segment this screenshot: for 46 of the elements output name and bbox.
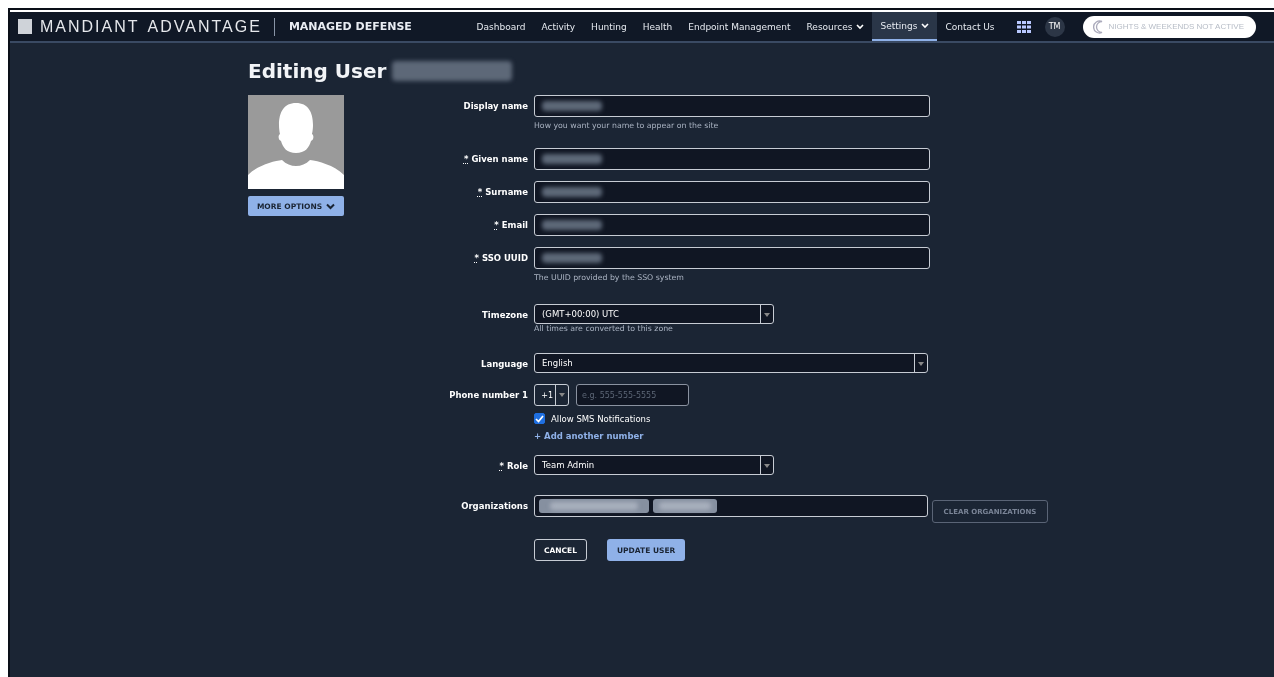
- apps-grid-icon[interactable]: [1016, 20, 1031, 33]
- moon-icon: [1092, 19, 1105, 34]
- required-mark: *: [477, 187, 483, 197]
- input-field[interactable]: [534, 95, 930, 117]
- user-avatar[interactable]: TM: [1044, 16, 1065, 37]
- nav-link[interactable]: Hunting: [583, 12, 635, 41]
- nav-link[interactable]: Resources: [798, 12, 873, 41]
- nav-link[interactable]: Settings: [872, 12, 938, 41]
- field-label: Display name: [463, 101, 528, 111]
- nav-link[interactable]: Dashboard: [468, 12, 534, 41]
- product-name: MANAGED DEFENSE: [288, 20, 412, 33]
- add-number-link[interactable]: + Add another number: [534, 431, 644, 441]
- chevron-down-icon: [326, 202, 336, 210]
- required-mark: *: [499, 461, 504, 471]
- field-label: SSO UUID: [481, 253, 528, 263]
- nav-link[interactable]: Endpoint Management: [680, 12, 799, 41]
- nav-link[interactable]: Health: [634, 12, 681, 41]
- logo-text: MANDIANT: [40, 17, 140, 36]
- phone-input[interactable]: e.g. 555-555-5555: [576, 384, 689, 406]
- logo-icon: [18, 19, 32, 34]
- required-mark: *: [463, 154, 469, 164]
- logo-text: ADVANTAGE: [147, 17, 262, 36]
- input-field[interactable]: [534, 214, 930, 236]
- field-label: Phone number 1: [449, 390, 528, 400]
- required-mark: *: [494, 220, 499, 230]
- nav-link[interactable]: Activity: [533, 12, 584, 41]
- nav-link[interactable]: Contact Us: [937, 12, 1003, 41]
- input-field[interactable]: [534, 181, 930, 203]
- input-field[interactable]: [534, 247, 930, 269]
- field-label: Timezone: [482, 310, 528, 320]
- profile-placeholder-icon: [248, 95, 344, 189]
- input-field[interactable]: [534, 148, 930, 170]
- field-label: Email: [501, 220, 528, 230]
- country-code-select[interactable]: +1: [534, 384, 569, 406]
- checkbox[interactable]: [534, 413, 545, 424]
- required-mark: *: [474, 253, 479, 263]
- field-label: Surname: [485, 187, 528, 197]
- page-title: Editing User: [248, 59, 387, 83]
- select-field[interactable]: (GMT+00:00) UTC: [534, 304, 774, 324]
- field-label: Organizations: [461, 501, 528, 511]
- field-label: Language: [481, 359, 528, 369]
- select-field[interactable]: Team Admin: [534, 455, 774, 475]
- field-label: Role: [506, 461, 528, 471]
- field-label: Given name: [471, 154, 528, 164]
- checkbox-label: Allow SMS Notifications: [551, 413, 651, 424]
- select-field[interactable]: English: [534, 353, 928, 373]
